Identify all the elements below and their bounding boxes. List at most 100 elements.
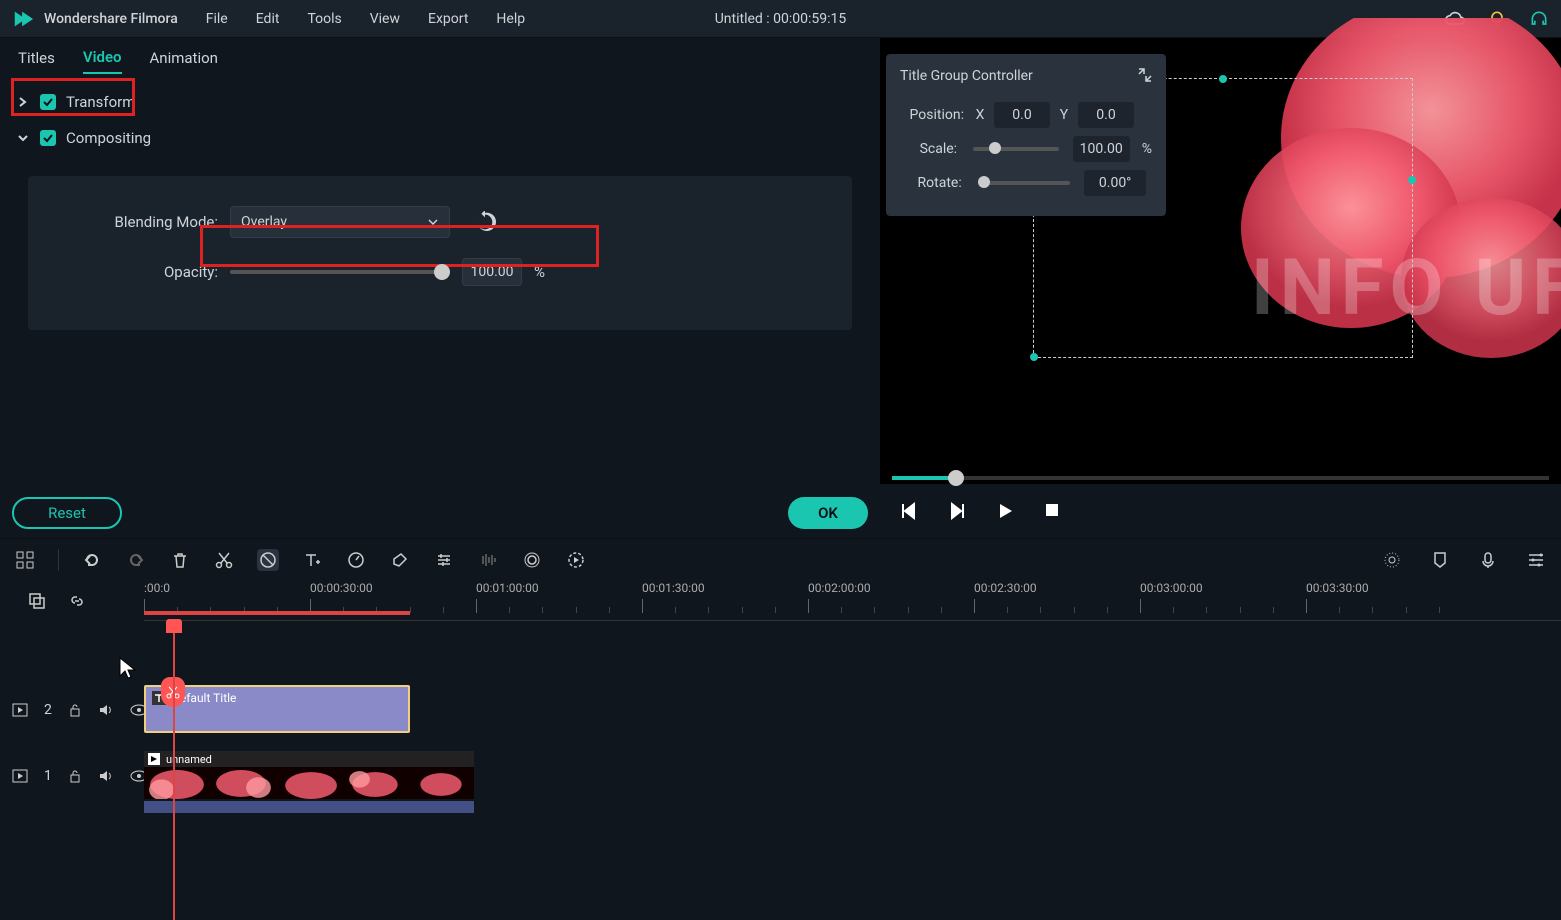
crop-icon[interactable] — [257, 549, 279, 571]
opacity-slider-thumb[interactable] — [434, 264, 450, 280]
playhead-cap[interactable] — [166, 619, 182, 633]
clip-audio-waveform — [144, 801, 474, 813]
collapse-icon[interactable] — [1138, 68, 1152, 84]
preview-canvas[interactable]: INFO UF Title Group Controller Position:… — [880, 38, 1561, 484]
color-tag-icon[interactable] — [389, 549, 411, 571]
opacity-row: Opacity: 100.00 % — [68, 256, 812, 288]
play-button[interactable] — [996, 502, 1014, 520]
tab-animation[interactable]: Animation — [150, 49, 218, 73]
adjust-icon[interactable] — [433, 549, 455, 571]
track-type-video-icon — [12, 703, 28, 717]
track-mute-icon[interactable] — [98, 703, 114, 717]
ruler-left-controls — [0, 581, 144, 621]
track-lock-icon[interactable] — [68, 769, 82, 783]
playhead[interactable] — [173, 621, 175, 920]
tgc-rotate-label: Rotate: — [900, 175, 962, 191]
ruler-minor-tick — [542, 607, 543, 613]
track-2-index: 2 — [44, 702, 52, 718]
clip-video-header: unnamed — [144, 751, 474, 767]
selection-handle-top[interactable] — [1219, 75, 1227, 83]
tab-titles[interactable]: Titles — [18, 49, 55, 73]
ruler-work-range[interactable] — [144, 611, 410, 615]
ripple-icon[interactable] — [521, 549, 543, 571]
menu-export[interactable]: Export — [428, 11, 468, 27]
clip-unnamed[interactable]: unnamed — [144, 751, 474, 799]
tgc-y-label: Y — [1056, 107, 1072, 123]
menu-file[interactable]: File — [206, 11, 228, 27]
compositing-checkbox[interactable] — [40, 130, 56, 146]
menu-tools[interactable]: Tools — [307, 11, 341, 27]
tgc-rotate-thumb[interactable] — [978, 176, 990, 188]
undo-icon[interactable] — [81, 549, 103, 571]
preview-progress[interactable] — [892, 476, 1549, 480]
tgc-scale-thumb[interactable] — [989, 142, 1001, 154]
menu-help[interactable]: Help — [496, 11, 525, 27]
tab-video[interactable]: Video — [83, 48, 122, 74]
link-icon[interactable] — [68, 592, 86, 610]
split-icon[interactable] — [213, 549, 235, 571]
opacity-slider[interactable] — [230, 270, 450, 274]
track-2: 2 Default Title — [0, 685, 1561, 735]
ruler-label: 00:00:30:00 — [310, 581, 373, 595]
marker-icon[interactable] — [1429, 549, 1451, 571]
tgc-rotate-row: Rotate: 0.00° — [900, 166, 1152, 200]
media-grid-icon[interactable] — [14, 549, 36, 571]
tgc-rotate-slider[interactable] — [978, 181, 1071, 185]
track-lock-icon[interactable] — [68, 703, 82, 717]
timeline-toolbar — [0, 539, 1561, 581]
track-2-head: 2 — [0, 702, 144, 718]
section-compositing[interactable]: Compositing — [0, 120, 880, 156]
reset-button[interactable]: Reset — [12, 497, 122, 529]
ruler-minor-tick — [609, 607, 610, 613]
app-logo-icon — [12, 8, 34, 30]
redo-icon[interactable] — [125, 549, 147, 571]
reset-blend-icon[interactable] — [474, 211, 496, 233]
ruler-label: 00:03:00:00 — [1140, 581, 1203, 595]
render-icon[interactable] — [565, 549, 587, 571]
props-footer: Reset OK — [0, 488, 880, 538]
menu-edit[interactable]: Edit — [256, 11, 280, 27]
selection-handle-bl[interactable] — [1030, 353, 1038, 361]
track-2-area[interactable]: Default Title — [144, 685, 1561, 735]
speed-icon[interactable] — [345, 549, 367, 571]
blend-mode-select[interactable]: Overlay — [230, 206, 450, 238]
compositing-body: Blending Mode: Overlay Opacity: 100.00 % — [28, 176, 852, 330]
delete-icon[interactable] — [169, 549, 191, 571]
tgc-x-value[interactable]: 0.0 — [994, 102, 1050, 128]
ruler-minor-tick — [1206, 607, 1207, 613]
record-voiceover-icon[interactable] — [1477, 549, 1499, 571]
tgc-y-value[interactable]: 0.0 — [1078, 102, 1134, 128]
timeline-ruler[interactable]: :00:000:00:30:0000:01:00:0000:01:30:0000… — [144, 581, 1561, 621]
track-options-icon[interactable] — [1525, 549, 1547, 571]
track-1-index: 1 — [44, 768, 52, 784]
track-mute-icon[interactable] — [98, 769, 114, 783]
title-group-controller[interactable]: Title Group Controller Position: X 0.0 Y… — [886, 54, 1166, 216]
stop-button[interactable] — [1044, 502, 1060, 520]
ruler-minor-tick — [1339, 607, 1340, 613]
preview-progress-thumb[interactable] — [948, 470, 964, 486]
app-name: Wondershare Filmora — [44, 11, 178, 27]
transform-checkbox[interactable] — [40, 94, 56, 110]
audio-mixer-icon[interactable] — [477, 549, 499, 571]
spotlight-icon[interactable] — [1381, 549, 1403, 571]
chevron-right-icon — [18, 96, 30, 108]
ruler-tick — [1140, 599, 1141, 613]
ruler-minor-tick — [941, 607, 942, 613]
tgc-rotate-value[interactable]: 0.00° — [1084, 170, 1146, 196]
tgc-scale-slider[interactable] — [973, 147, 1059, 151]
track-1-area[interactable]: unnamed — [144, 751, 1561, 801]
next-frame-button[interactable] — [948, 502, 966, 520]
prev-frame-button[interactable] — [900, 502, 918, 520]
tgc-scale-value[interactable]: 100.00 — [1073, 136, 1130, 162]
menu-view[interactable]: View — [370, 11, 400, 27]
ruler-tick — [808, 599, 809, 613]
tgc-position-row: Position: X 0.0 Y 0.0 — [900, 98, 1152, 132]
clip-thumbnails — [144, 767, 474, 799]
compositing-label: Compositing — [66, 129, 151, 147]
ok-button[interactable]: OK — [788, 497, 868, 529]
text-add-icon[interactable] — [301, 549, 323, 571]
duplicate-icon[interactable] — [28, 592, 46, 610]
section-transform[interactable]: Transform — [0, 84, 880, 120]
ruler-minor-tick — [576, 607, 577, 613]
opacity-value[interactable]: 100.00 — [462, 258, 522, 286]
